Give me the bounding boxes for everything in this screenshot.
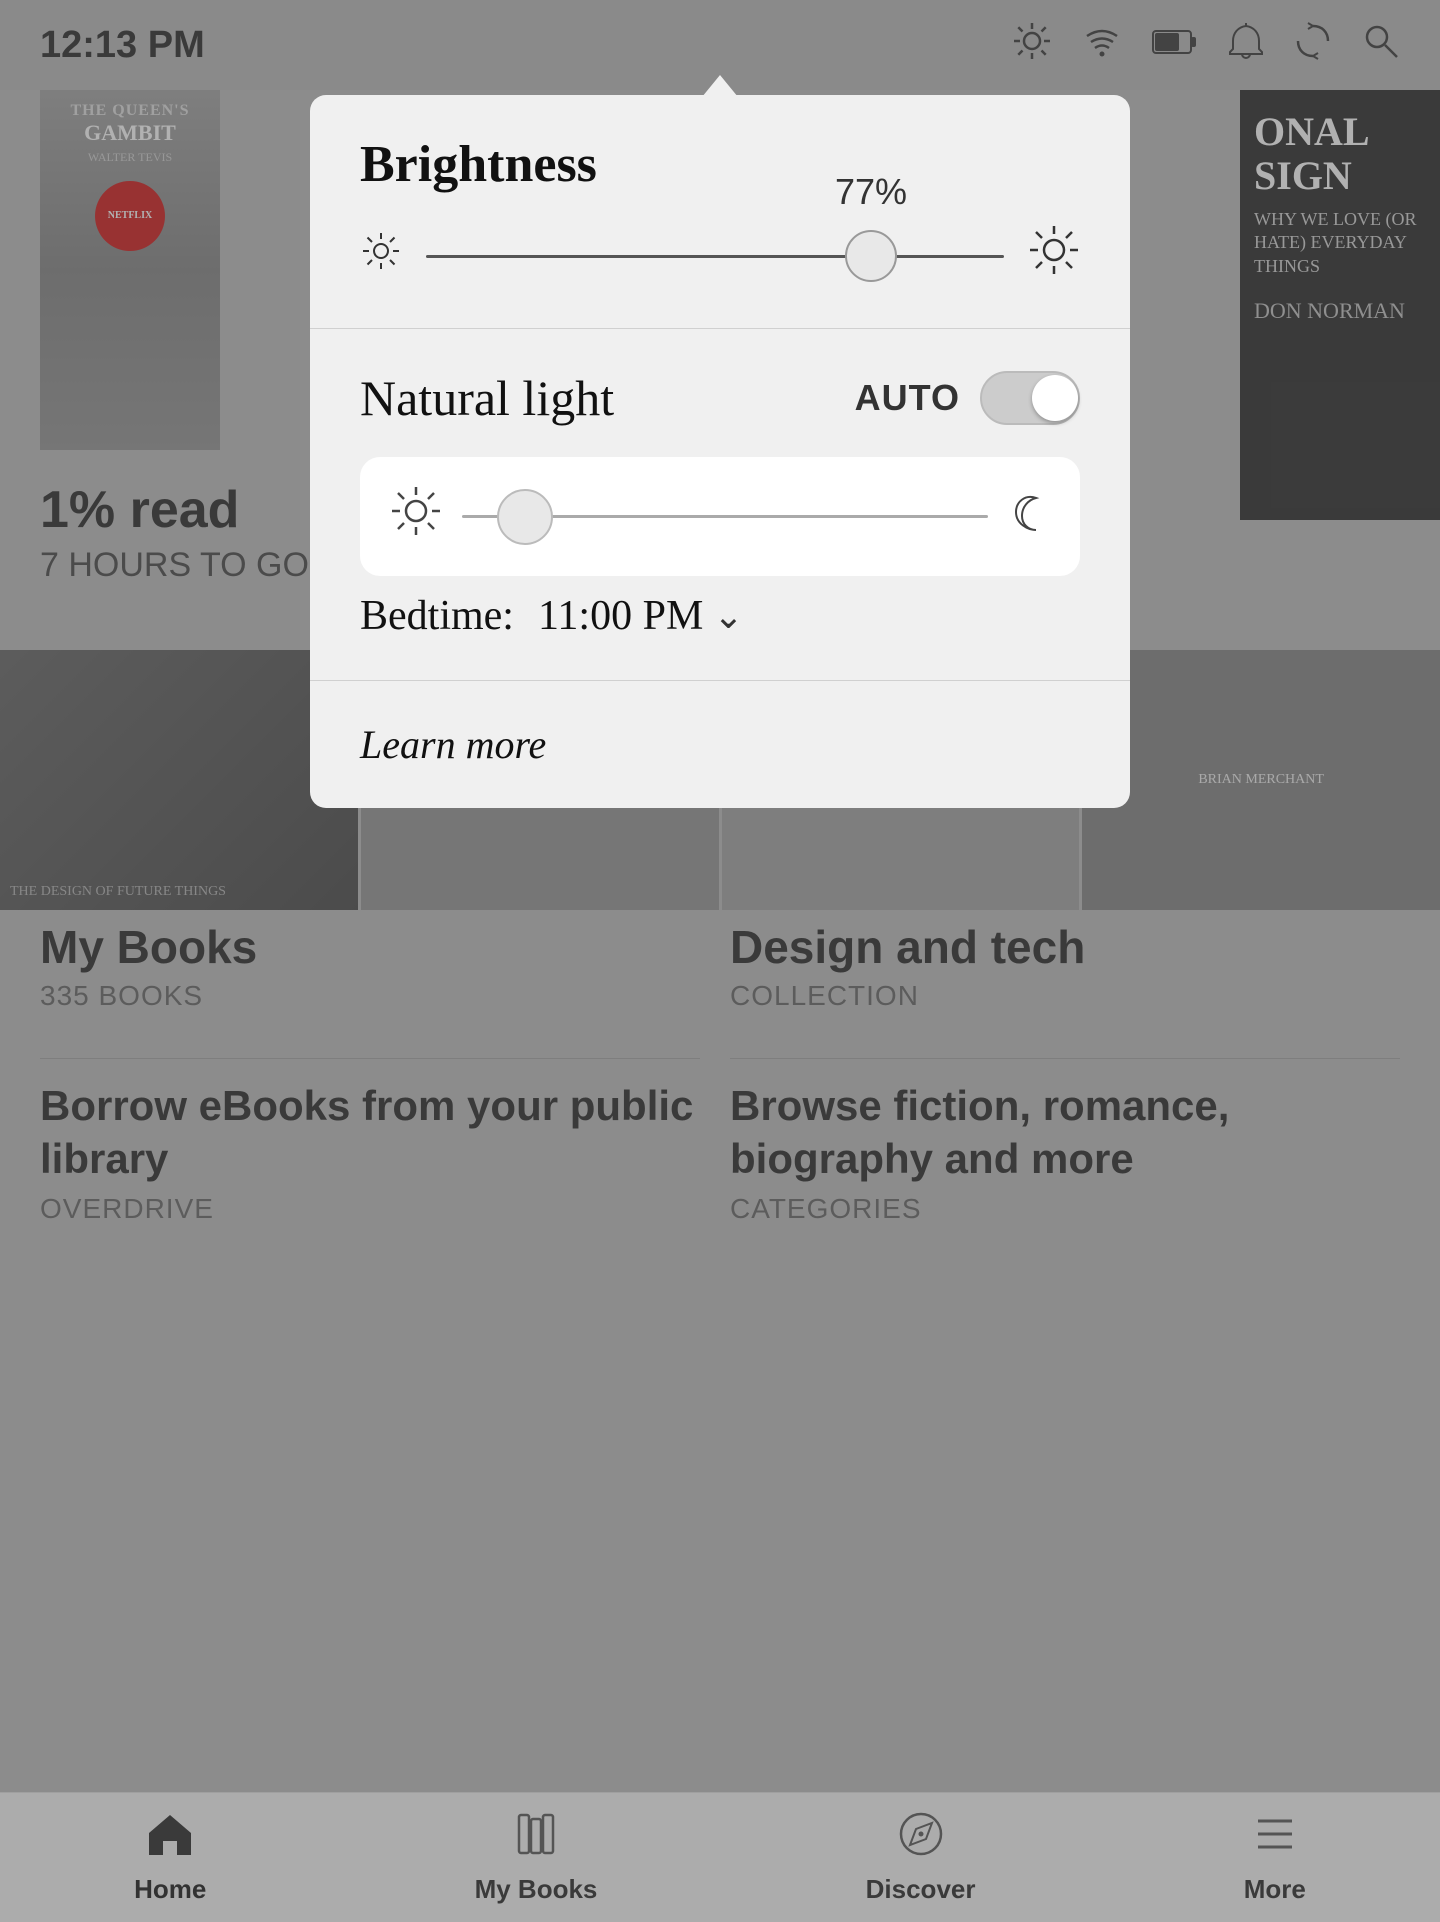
brightness-section: Brightness 77% (310, 95, 1130, 329)
warm-icon (390, 485, 442, 548)
slider-thumb[interactable] (845, 230, 897, 282)
brightness-percent: 77% (835, 171, 907, 213)
brightness-slider[interactable]: 77% (426, 226, 1004, 286)
toggle-knob (1032, 375, 1078, 421)
natural-light-label: Natural light (360, 369, 614, 427)
slider-track (426, 255, 1004, 258)
brightness-slider-row: 77% (360, 224, 1080, 288)
brightness-title: Brightness (360, 135, 1080, 194)
brightness-low-icon (360, 230, 402, 283)
panel-arrow (702, 75, 738, 97)
warm-cool-slider-section (360, 457, 1080, 576)
natural-light-section: Natural light AUTO (310, 329, 1130, 681)
brightness-panel: Brightness 77% (310, 95, 1130, 808)
warm-cool-track (462, 515, 988, 518)
warm-cool-thumb[interactable] (497, 489, 553, 545)
warm-cool-slider[interactable] (462, 487, 988, 547)
brightness-high-icon (1028, 224, 1080, 288)
cool-icon (1008, 490, 1050, 543)
auto-toggle-group: AUTO (855, 371, 1080, 425)
bedtime-row: Bedtime: 11:00 PM ⌄ (360, 592, 1080, 640)
natural-light-toggle[interactable] (980, 371, 1080, 425)
bedtime-label: Bedtime: (360, 592, 514, 640)
chevron-down-icon: ⌄ (713, 595, 743, 637)
warm-cool-row (390, 485, 1050, 548)
auto-label: AUTO (855, 377, 960, 419)
learn-more-section: Learn more (310, 681, 1130, 808)
bedtime-time-value: 11:00 PM (538, 592, 703, 640)
bedtime-time-selector[interactable]: 11:00 PM ⌄ (538, 592, 744, 640)
natural-light-row: Natural light AUTO (360, 369, 1080, 427)
learn-more-link[interactable]: Learn more (360, 722, 546, 767)
